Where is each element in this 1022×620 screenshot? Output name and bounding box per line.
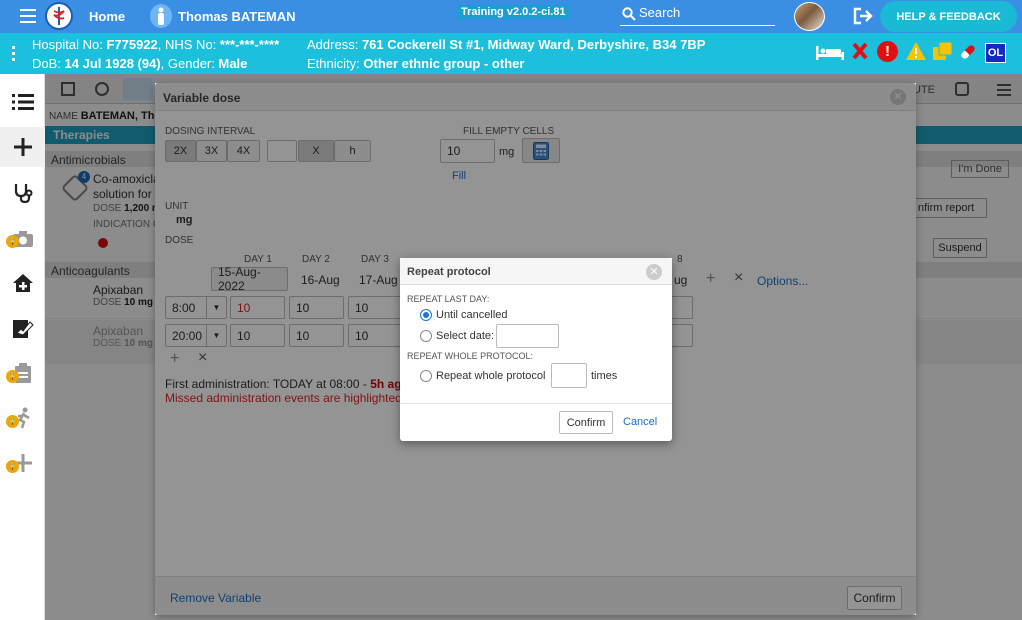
help-feedback-button[interactable]: HELP & FEEDBACK	[880, 1, 1017, 32]
list-icon[interactable]	[0, 82, 45, 122]
home-link[interactable]: Home	[89, 9, 125, 24]
until-cancelled-label[interactable]: Until cancelled	[436, 309, 508, 321]
lock-icon: 🔒	[6, 415, 19, 428]
search-input[interactable]: Search	[639, 5, 680, 20]
nhs-no-value: ***-***-****	[219, 37, 280, 52]
ethnicity-value: Other ethnic group - other	[363, 56, 525, 71]
dob-value: 14 Jul 1928 (94)	[64, 56, 161, 71]
search-bar[interactable]: Search	[620, 5, 775, 26]
repeat-whole-label-text[interactable]: Repeat whole protocol	[436, 370, 545, 382]
lock-icon: 🔒	[6, 370, 19, 383]
search-icon	[622, 7, 636, 21]
error-alert-icon[interactable]: !	[877, 41, 898, 62]
lock-icon: 🔒	[6, 235, 19, 248]
patient-name-header[interactable]: Thomas BATEMAN	[178, 9, 295, 24]
bed-icon[interactable]	[815, 43, 845, 64]
logout-icon[interactable]	[853, 7, 875, 28]
repeat-confirm-button[interactable]: Confirm	[559, 411, 613, 434]
home-plus-icon[interactable]	[0, 263, 45, 303]
repeat-cancel-link[interactable]: Cancel	[623, 416, 657, 428]
app-logo-icon	[45, 2, 73, 30]
repeat-last-day-label: REPEAT LAST DAY:	[407, 294, 490, 304]
select-date-radio[interactable]	[420, 330, 432, 342]
top-bar: Home Thomas BATEMAN Training v2.0.2-ci.8…	[0, 0, 1022, 33]
warning-icon[interactable]	[905, 41, 927, 64]
patient-dob-line: DoB: 14 Jul 1928 (94), Gender: Male	[32, 56, 248, 71]
more-vertical-icon[interactable]	[12, 46, 16, 61]
nhs-no-label: NHS No:	[165, 37, 217, 52]
patient-ethnicity-line: Ethnicity: Other ethnic group - other	[307, 56, 524, 71]
address-value: 761 Cockerell St #1, Midway Ward, Derbys…	[361, 37, 706, 52]
select-date-input[interactable]	[496, 324, 559, 348]
close-icon[interactable]: ✕	[646, 264, 662, 280]
repeat-protocol-modal: Repeat protocol ✕ REPEAT LAST DAY: Until…	[400, 258, 672, 441]
patient-banner: Hospital No: F775922, NHS No: ***-***-**…	[0, 33, 1022, 74]
documents-icon[interactable]	[932, 41, 954, 64]
left-sidebar: 🔒 🔒 🔒 🔒	[0, 74, 45, 620]
close-alert-icon[interactable]	[851, 41, 869, 64]
patient-ids-line: Hospital No: F775922, NHS No: ***-***-**…	[32, 37, 280, 52]
repeat-protocol-header: Repeat protocol ✕	[400, 258, 672, 285]
until-cancelled-radio[interactable]	[420, 309, 432, 321]
dob-label: DoB:	[32, 56, 61, 71]
user-avatar[interactable]	[794, 2, 825, 31]
address-label: Address:	[307, 37, 359, 52]
ol-badge[interactable]: OL	[985, 43, 1006, 63]
repeat-protocol-title: Repeat protocol	[407, 266, 491, 278]
hamburger-menu-icon[interactable]	[20, 9, 36, 23]
medication-pill-icon[interactable]	[958, 42, 978, 65]
version-label: Training v2.0.2-ci.81	[458, 5, 569, 19]
gender-label: Gender:	[167, 56, 215, 71]
repeat-whole-radio[interactable]	[420, 370, 432, 382]
stethoscope-icon[interactable]	[0, 173, 45, 213]
footer-divider	[400, 403, 672, 404]
repeat-times-input[interactable]	[551, 363, 587, 388]
repeat-whole-label: REPEAT WHOLE PROTOCOL:	[407, 351, 534, 361]
select-date-label[interactable]: Select date:	[436, 330, 494, 342]
gender-value: Male	[218, 56, 248, 71]
lock-icon: 🔒	[6, 460, 19, 473]
add-icon[interactable]	[0, 127, 45, 167]
times-label: times	[591, 370, 618, 382]
edit-document-icon[interactable]	[0, 308, 45, 348]
hospital-no-value: F775922	[106, 37, 158, 52]
patient-address-line: Address: 761 Cockerell St #1, Midway War…	[307, 37, 705, 52]
person-icon	[150, 4, 172, 28]
ethnicity-label: Ethnicity:	[307, 56, 360, 71]
hospital-no-label: Hospital No:	[32, 37, 103, 52]
